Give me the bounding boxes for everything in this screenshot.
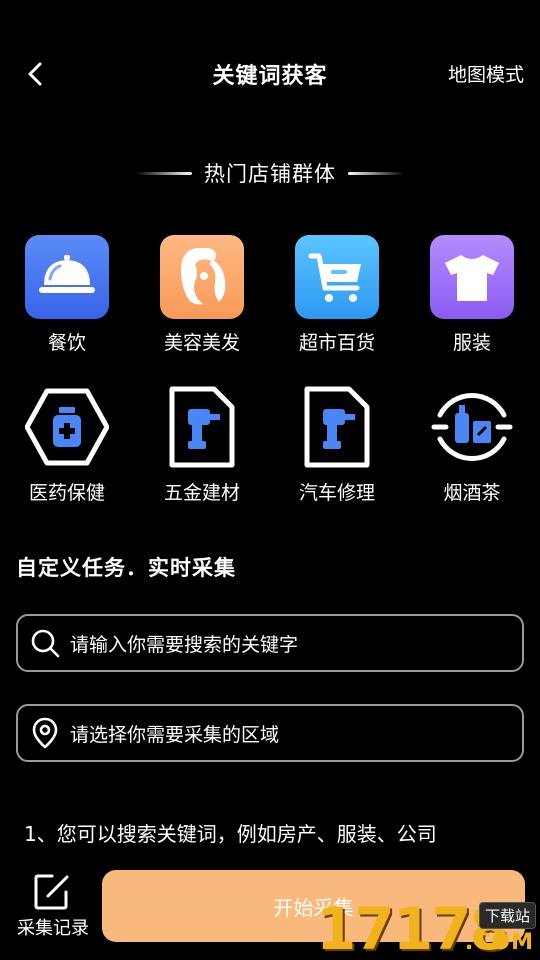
category-label: 医药保健: [28, 482, 105, 504]
category-label: 餐饮: [47, 332, 86, 354]
category-beauty[interactable]: 美容美发: [137, 230, 267, 370]
hot-section-title: 热门店铺群体: [204, 162, 336, 186]
region-placeholder: 请选择你需要采集的区域: [70, 723, 280, 746]
category-catering[interactable]: 餐饮: [2, 230, 132, 370]
hair-icon: [160, 235, 244, 319]
category-hardware[interactable]: 五金建材: [137, 380, 267, 520]
medicine-bottle-icon: [25, 385, 109, 469]
task-section-title: 自定义任务．实时采集: [16, 556, 236, 580]
hint-text: 1、您可以搜索关键词，例如房产、服装、公司: [24, 822, 437, 846]
edit-icon: [34, 874, 69, 910]
watermark-logo: 17178 下载站 .COM: [316, 898, 540, 960]
divider-left: [136, 171, 192, 175]
category-label: 五金建材: [163, 482, 240, 504]
map-mode-link[interactable]: 地图模式: [448, 60, 524, 87]
watermark-domain: .COM: [464, 930, 534, 955]
cloche-icon: [25, 235, 109, 319]
header: 关键词获客 地图模式: [0, 0, 540, 150]
category-tobacco-wine-tea[interactable]: 烟酒茶: [407, 380, 537, 520]
keyword-search-input[interactable]: 请输入你需要搜索的关键字: [16, 614, 524, 672]
record-label: 采集记录: [17, 918, 89, 939]
category-supermarket[interactable]: 超市百货: [272, 230, 402, 370]
category-label: 超市百货: [298, 332, 375, 354]
hot-section-heading: 热门店铺群体: [0, 156, 540, 190]
category-pharmacy[interactable]: 医药保健: [2, 380, 132, 520]
power-drill-icon: [295, 385, 379, 469]
category-label: 烟酒茶: [443, 482, 501, 504]
shopping-cart-icon: [295, 235, 379, 319]
tshirt-icon: [430, 235, 514, 319]
category-clothing[interactable]: 服装: [407, 230, 537, 370]
category-car-repair[interactable]: 汽车修理: [272, 380, 402, 520]
bottles-icon: [430, 385, 514, 469]
category-label: 服装: [452, 332, 491, 354]
location-pin-icon: [28, 716, 62, 750]
collection-record-button[interactable]: 采集记录: [10, 872, 96, 944]
power-drill-icon: [160, 385, 244, 469]
search-icon: [28, 626, 62, 660]
region-select-input[interactable]: 请选择你需要采集的区域: [16, 704, 524, 762]
category-label: 美容美发: [163, 332, 240, 354]
divider-right: [348, 171, 404, 175]
watermark-tag: 下载站: [478, 902, 536, 929]
keyword-placeholder: 请输入你需要搜索的关键字: [70, 633, 299, 656]
category-label: 汽车修理: [298, 482, 375, 504]
